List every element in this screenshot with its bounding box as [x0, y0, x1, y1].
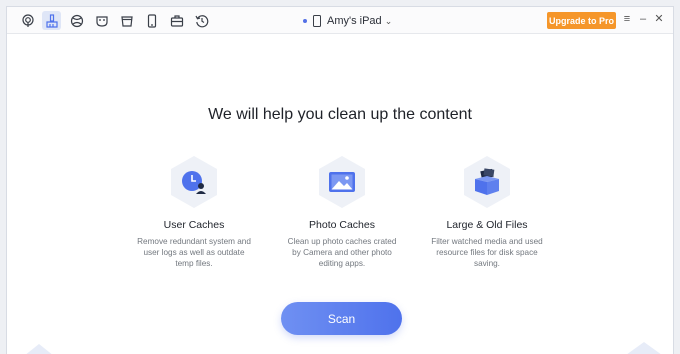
- history-icon[interactable]: [192, 11, 211, 30]
- cleaner-icon[interactable]: [42, 11, 61, 30]
- browser-icon[interactable]: [67, 11, 86, 30]
- minimize-icon[interactable]: –: [637, 12, 649, 26]
- cup-icon[interactable]: [117, 11, 136, 30]
- page-title: We will help you clean up the content: [208, 106, 472, 123]
- feature-title: Large & Old Files: [446, 219, 528, 231]
- chevron-down-icon: ⌄: [384, 15, 393, 26]
- title-bar: Amy's iPad ⌄ Upgrade to Pro ≡ – ✕: [7, 7, 673, 34]
- feature-title: Photo Caches: [309, 219, 375, 231]
- ipad-icon: [313, 15, 321, 27]
- toolbox-icon[interactable]: [167, 11, 186, 30]
- photo-caches-icon: [329, 172, 355, 192]
- airplay-icon[interactable]: [18, 11, 37, 30]
- device-selector[interactable]: Amy's iPad ⌄: [303, 13, 392, 29]
- large-files-icon: [475, 168, 499, 195]
- feature-description: Remove redundant system and user logs as…: [137, 237, 251, 268]
- feature-description: Clean up photo caches crated by Camera a…: [287, 237, 397, 268]
- feature-photo-caches: Photo Caches Clean up photo caches crate…: [283, 155, 401, 269]
- mask-icon[interactable]: [92, 11, 111, 30]
- decorative-corner-right: [627, 342, 661, 354]
- menu-icon[interactable]: ≡: [621, 12, 633, 26]
- upgrade-button[interactable]: Upgrade to Pro: [547, 12, 616, 29]
- feature-user-caches: User Caches Remove redundant system and …: [135, 155, 253, 269]
- feature-large-old-files: Large & Old Files Filter watched media a…: [428, 155, 546, 269]
- decorative-corner-left: [26, 344, 52, 354]
- feature-title: User Caches: [163, 219, 225, 231]
- feature-description: Filter watched media and used resource f…: [431, 237, 543, 268]
- scan-button[interactable]: Scan: [281, 302, 402, 335]
- device-name: Amy's iPad: [327, 15, 382, 27]
- app-window: Amy's iPad ⌄ Upgrade to Pro ≡ – ✕ We wil…: [6, 6, 674, 354]
- close-icon[interactable]: ✕: [653, 12, 665, 26]
- phone-icon[interactable]: [142, 11, 161, 30]
- connection-dot: [303, 19, 307, 23]
- user-caches-icon: [182, 171, 206, 194]
